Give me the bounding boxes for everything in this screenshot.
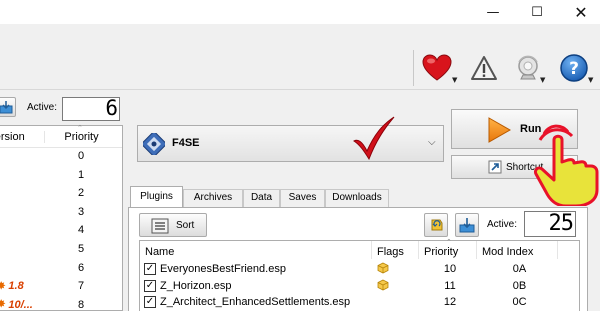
mod-row[interactable]: 6: [0, 260, 122, 279]
mod-priority: 6: [77, 261, 85, 274]
plugin-flag-icon: [377, 262, 389, 274]
plugin-priority: 11: [444, 279, 456, 292]
mod-priority: 7: [77, 280, 85, 293]
mod-row[interactable]: 5: [0, 241, 122, 260]
column-flags[interactable]: Flags: [377, 246, 404, 258]
executable-label: F4SE: [172, 137, 200, 149]
plugin-priority: 12: [443, 296, 457, 308]
mod-list-header: Version Priority ⌃: [0, 125, 122, 148]
plugin-flag-icon: [377, 279, 389, 290]
mod-version: ✸ 1.8: [0, 280, 41, 292]
f4se-icon: [143, 133, 165, 155]
left-active-label: Active:: [27, 102, 58, 113]
mod-row[interactable]: ✸ 1.8 7: [0, 278, 122, 297]
column-priority[interactable]: Priority: [44, 131, 118, 143]
mod-version-text: 1.8: [8, 280, 24, 293]
plugin-enabled-checkbox[interactable]: ✓: [144, 296, 156, 308]
plugin-list[interactable]: Name Flags Priority ⌃ Mod Index ✓ Everyon…: [139, 239, 580, 311]
left-active-counter: 6: [62, 97, 120, 121]
plugin-mod-index: 0B: [512, 279, 527, 292]
chevron-down-icon[interactable]: ⌵: [428, 137, 436, 148]
tab-downloads[interactable]: Downloads: [325, 189, 389, 207]
plugin-mod-index: 0C: [512, 296, 527, 308]
plugins-active-counter: 25: [524, 211, 576, 237]
shortcut-icon: [488, 160, 502, 174]
plugin-mod-index: 0A: [512, 263, 527, 275]
plugin-name: Z_Horizon.esp: [160, 279, 232, 292]
chevron-down-icon[interactable]: ▼: [452, 76, 457, 84]
sort-label: Sort: [176, 220, 195, 231]
plugin-row[interactable]: ✓ EveryonesBestFriend.esp 10 0A: [140, 261, 580, 277]
mod-priority: 3: [77, 205, 85, 218]
sort-icon: [151, 218, 169, 234]
toolbar-separator: [413, 50, 414, 86]
column-version[interactable]: Version: [0, 131, 28, 143]
tab-plugins[interactable]: Plugins: [130, 186, 183, 208]
mod-priority: 1: [77, 168, 85, 181]
restore-backup-button[interactable]: [0, 97, 16, 117]
undo-sort-button[interactable]: [424, 213, 448, 237]
column-name[interactable]: Name: [145, 246, 174, 258]
restore-icon: [459, 218, 475, 233]
undo-icon: [431, 219, 443, 231]
mod-row[interactable]: 0: [0, 148, 122, 167]
mod-list[interactable]: Version Priority ⌃ 0 1 2 3 4 5 6 ✸1.8 7 ✸10/... 8: [0, 125, 123, 311]
plugin-row[interactable]: ✓ Z_Horizon.esp 11 0B: [140, 278, 580, 294]
close-button[interactable]: ✕: [558, 0, 600, 24]
column-divider: [418, 241, 419, 259]
heart-icon[interactable]: [421, 52, 453, 84]
mod-priority: 2: [77, 187, 85, 200]
plugin-name: Z_Architect_EnhancedSettlements.esp: [160, 296, 351, 308]
mod-row[interactable]: 1: [0, 167, 122, 186]
sort-arrow-icon: ⌃: [77, 125, 83, 132]
column-priority[interactable]: Priority: [424, 246, 458, 258]
mod-row[interactable]: 4: [0, 222, 122, 241]
maximize-button[interactable]: ☐: [514, 0, 560, 24]
plugin-enabled-checkbox[interactable]: ✓: [144, 263, 156, 275]
plugins-active-label: Active:: [487, 219, 518, 230]
chevron-down-icon[interactable]: ▼: [540, 76, 545, 84]
mod-priority: 0: [77, 150, 85, 162]
plugin-name: EveryonesBestFriend.esp: [160, 263, 286, 275]
sort-button[interactable]: Sort: [139, 213, 207, 237]
column-divider: [371, 241, 372, 259]
column-divider: [557, 241, 558, 259]
mod-priority: 8: [77, 298, 85, 311]
tab-saves[interactable]: Saves: [280, 189, 325, 207]
plugin-row[interactable]: ✓ Z_Architect_EnhancedSettlements.esp 12 0C: [140, 294, 580, 310]
mod-priority: 4: [77, 224, 85, 237]
checkmark-icon: [353, 116, 395, 161]
mod-row[interactable]: 3: [0, 204, 122, 223]
title-bar: — ☐ ✕: [0, 0, 600, 24]
column-divider: [476, 241, 477, 259]
mod-row[interactable]: ✸ 10/... 8: [0, 297, 122, 311]
plugin-enabled-checkbox[interactable]: ✓: [144, 279, 156, 292]
mod-version: ✸ 10/...: [0, 299, 41, 311]
column-mod-index[interactable]: Mod Index: [482, 246, 533, 258]
mod-priority: 5: [77, 243, 85, 255]
update-available-icon: ✸: [0, 280, 6, 292]
mod-version-text: 10/...: [8, 298, 33, 311]
tab-archives[interactable]: Archives: [183, 189, 243, 207]
svg-text:?: ?: [569, 59, 579, 79]
sort-arrow-icon: ⌃: [446, 239, 452, 246]
chevron-down-icon[interactable]: ▼: [588, 76, 593, 84]
warning-icon[interactable]: [468, 52, 500, 84]
play-icon: [488, 117, 512, 143]
tab-data[interactable]: Data: [243, 189, 280, 207]
restore-plugin-backup-button[interactable]: [455, 213, 479, 237]
tap-hand-icon: [534, 124, 599, 206]
update-available-icon: ✸: [0, 299, 6, 311]
help-icon[interactable]: ?: [558, 52, 590, 84]
plugin-priority: 10: [443, 263, 457, 275]
executable-select[interactable]: F4SE ⌵: [137, 125, 444, 162]
main-toolbar: [0, 24, 600, 90]
mod-row[interactable]: 2: [0, 185, 122, 204]
minimize-button[interactable]: —: [470, 0, 516, 24]
